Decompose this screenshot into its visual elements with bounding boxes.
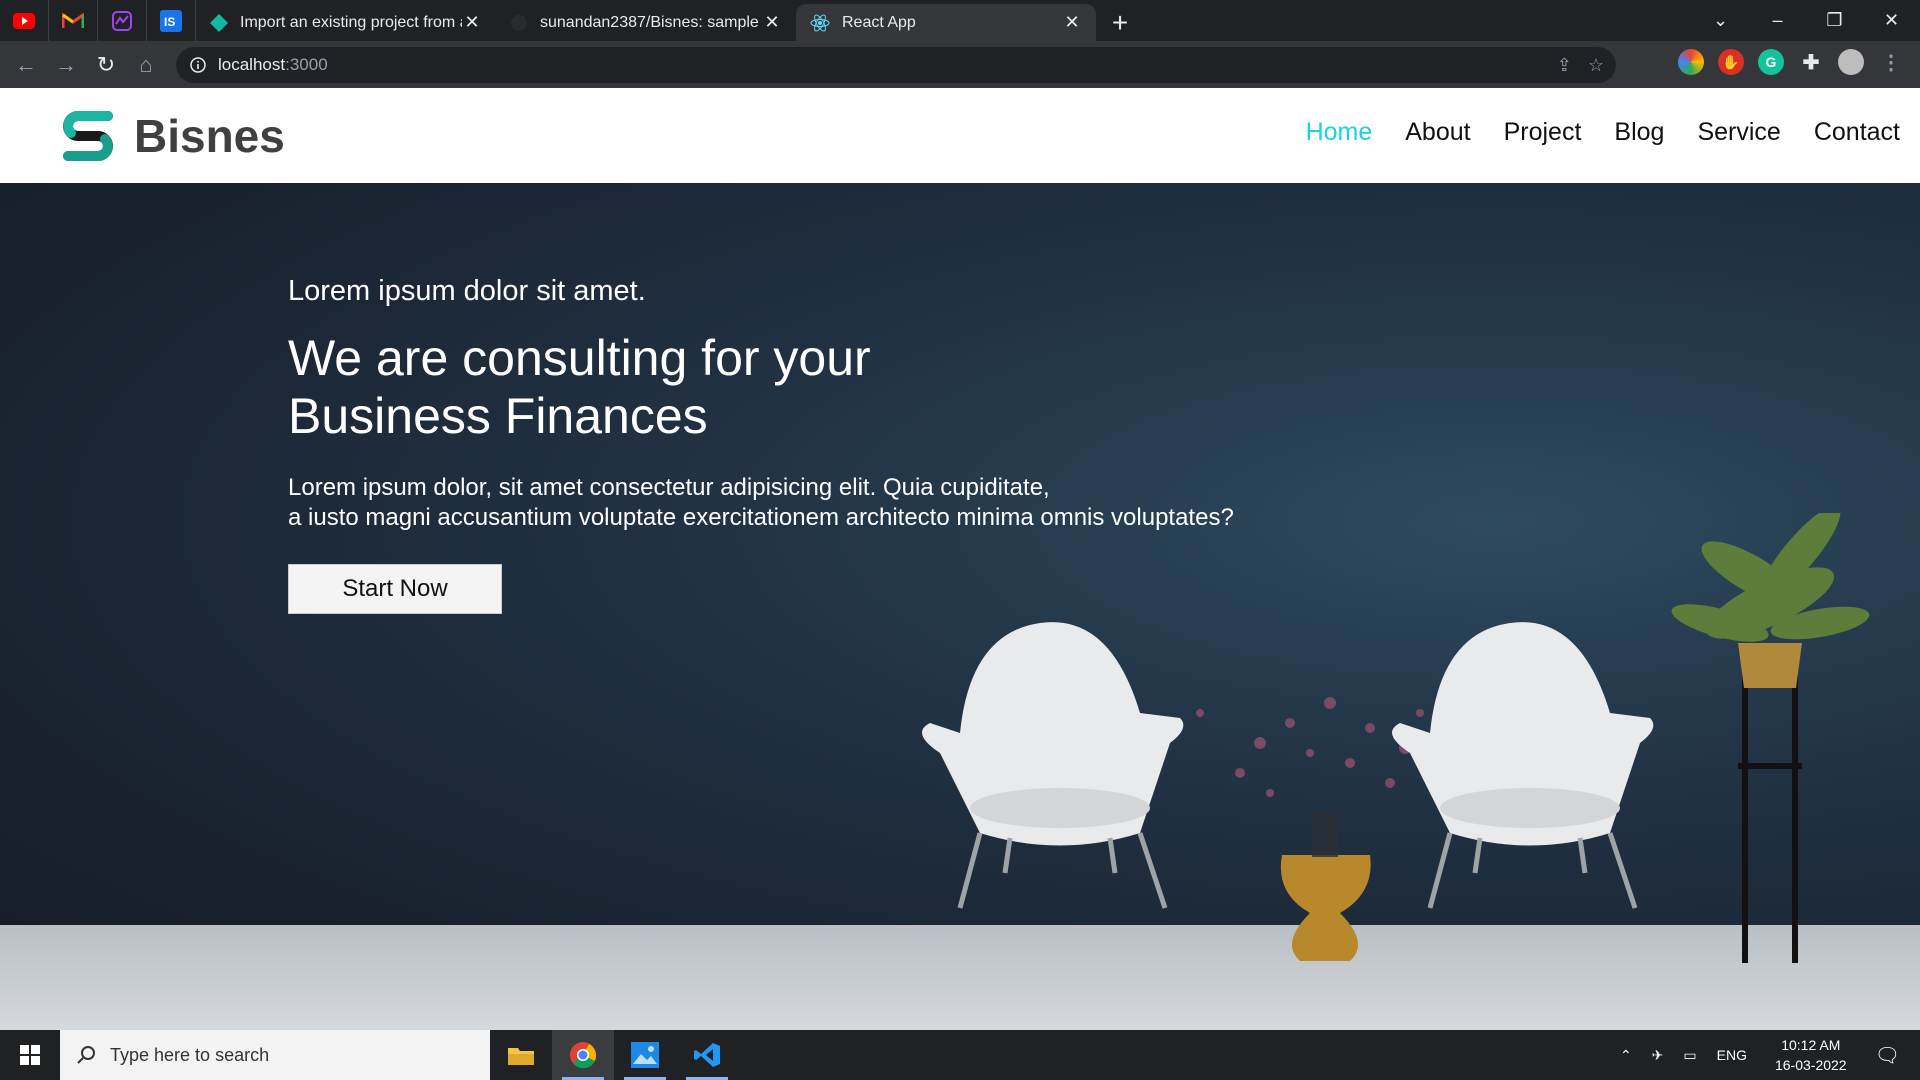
tab-github-repo[interactable]: sunandan2387/Bisnes: sample bu ✕ [496,4,796,41]
photos-app[interactable] [614,1030,676,1080]
site-header: Bisnes Home About Project Blog Service C… [0,88,1920,183]
vscode-app[interactable] [676,1030,738,1080]
close-icon[interactable]: ✕ [1062,12,1082,33]
search-icon [77,1046,95,1064]
share-icon[interactable]: ⇪ [1557,55,1572,76]
windows-taskbar: Type here to search ⌃ ✈ ▭ ENG 10:12 AM 1… [0,1030,1920,1080]
window-controls: ⌄ – ❐ ✕ [1692,0,1920,41]
logo-s-icon [63,111,113,161]
grammarly-extension-icon[interactable]: G [1758,49,1784,75]
menu-kebab-icon[interactable]: ⋮ [1878,49,1904,75]
extensions-puzzle-icon[interactable]: ✚ [1798,49,1824,75]
airplane-mode-icon[interactable]: ✈ [1652,1047,1664,1064]
browser-toolbar: ← → ↻ ⌂ localhost:3000 ⇪ ☆ ✋ G ✚ ⋮ [0,41,1920,88]
close-window-button[interactable]: ✕ [1863,0,1920,41]
notifications-icon[interactable]: 🗨 [1875,1043,1900,1068]
adblock-extension-icon[interactable]: ✋ [1718,49,1744,75]
tab-title: Import an existing project from a [240,13,462,31]
hero-title: We are consulting for your Business Fina… [288,330,871,444]
is-app-icon: IS [160,9,182,32]
battery-icon[interactable]: ▭ [1683,1047,1696,1064]
url-host: localhost [218,55,286,74]
url-text: localhost:3000 [218,55,328,75]
start-button[interactable] [0,1030,60,1080]
tab-react-app[interactable]: React App ✕ [796,4,1096,41]
hero-subtitle: Lorem ipsum dolor sit amet. [288,275,646,307]
search-placeholder: Type here to search [110,1044,270,1065]
pinned-tab-gmail[interactable] [49,0,98,41]
photos-icon [631,1042,659,1068]
nav-home[interactable]: Home [1306,118,1373,147]
restore-button[interactable]: ❐ [1806,0,1863,41]
new-tab-button[interactable]: + [1100,4,1140,41]
nav-project[interactable]: Project [1504,118,1582,147]
folder-icon [508,1048,534,1065]
page-viewport: Bisnes Home About Project Blog Service C… [0,88,1920,1030]
nav-blog[interactable]: Blog [1614,118,1664,147]
react-icon [810,14,830,31]
clock[interactable]: 10:12 AM 16-03-2022 [1775,1035,1847,1075]
github-icon [511,14,527,31]
close-icon[interactable]: ✕ [762,12,782,33]
info-icon [190,57,206,73]
youtube-icon [13,12,35,29]
vscode-icon [694,1043,720,1067]
pinned-tab-is[interactable]: IS [147,0,196,41]
hero-description: Lorem ipsum dolor, sit amet consectetur … [288,474,1234,531]
pinned-tab-analytics[interactable] [98,0,147,41]
start-now-button[interactable]: Start Now [288,564,502,614]
language-indicator[interactable]: ENG [1717,1047,1747,1063]
site-logo[interactable]: Bisnes [58,106,285,166]
gmail-icon [62,12,84,28]
extensions-area: ✋ G ✚ ⋮ [1678,49,1904,75]
nav-service[interactable]: Service [1697,118,1780,147]
chevron-up-icon[interactable]: ⌃ [1620,1047,1632,1064]
forward-icon[interactable]: → [46,45,86,85]
hero-section: Lorem ipsum dolor sit amet. We are consu… [0,183,1920,1030]
clock-date: 16-03-2022 [1774,1057,1847,1073]
tab-title: React App [842,13,916,31]
reload-icon[interactable]: ↻ [86,45,126,85]
url-port: :3000 [285,55,328,74]
address-bar[interactable]: localhost:3000 ⇪ ☆ [176,47,1616,83]
tab-title: sunandan2387/Bisnes: sample bu [540,13,762,31]
chrome-app[interactable] [552,1030,614,1080]
windows-logo-icon [20,1045,40,1065]
hero-furniture-image [922,513,1870,963]
svg-text:IS: IS [164,15,175,29]
color-picker-extension-icon[interactable] [1678,49,1704,75]
pinned-tab-youtube[interactable] [0,0,49,41]
main-nav: Home About Project Blog Service Contact [1306,118,1900,147]
back-icon[interactable]: ← [6,45,46,85]
file-explorer-app[interactable] [490,1030,552,1080]
taskbar-search-box[interactable]: Type here to search [60,1030,490,1080]
tab-search-icon[interactable]: ⌄ [1692,0,1749,41]
close-icon[interactable]: ✕ [462,12,482,33]
browser-tab-strip: IS Import an existing project from a ✕ s… [0,0,1920,41]
diamond-icon [210,13,228,32]
bookmark-star-icon[interactable]: ☆ [1588,55,1604,76]
tab-import-project[interactable]: Import an existing project from a ✕ [196,4,496,41]
minimize-button[interactable]: – [1749,0,1806,41]
home-icon[interactable]: ⌂ [126,45,166,85]
chrome-icon [570,1042,597,1069]
clock-time: 10:12 AM [1781,1037,1841,1053]
chart-app-icon [112,10,132,31]
brand-name: Bisnes [134,110,285,162]
profile-avatar[interactable] [1838,49,1864,75]
nav-about[interactable]: About [1405,118,1470,147]
system-tray: ⌃ ✈ ▭ ENG 10:12 AM 16-03-2022 🗨 [1610,1030,1920,1080]
nav-contact[interactable]: Contact [1814,118,1900,147]
